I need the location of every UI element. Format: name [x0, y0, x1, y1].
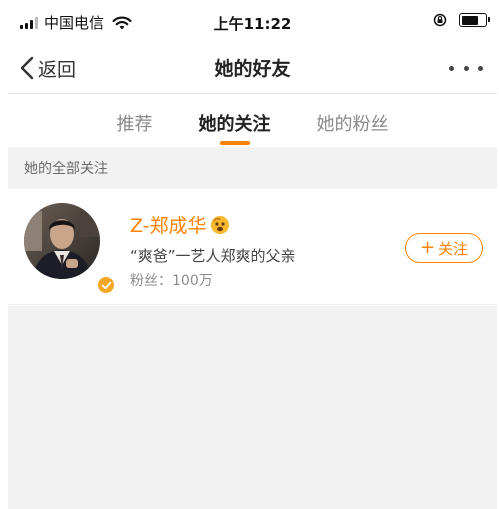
tab-bar: 推荐 她的关注 她的粉丝	[8, 95, 497, 147]
tab-her-following[interactable]: 她的关注	[199, 95, 271, 147]
emoji-icon	[210, 215, 229, 234]
active-tab-indicator	[219, 141, 250, 145]
section-header: 她的全部关注	[8, 147, 497, 189]
follow-label: 关注	[438, 239, 469, 258]
more-dots-icon[interactable]	[449, 56, 483, 80]
avatar[interactable]	[24, 203, 100, 279]
nav-bar: 返回 她的好友	[8, 44, 497, 94]
chevron-left-icon	[20, 56, 34, 80]
status-bar: 中国电信 上午11:22	[8, 0, 497, 44]
tab-recommend[interactable]: 推荐	[117, 95, 153, 147]
battery-icon	[459, 13, 490, 27]
tab-label: 推荐	[116, 114, 153, 135]
back-label: 返回	[38, 58, 77, 81]
tab-label: 她的粉丝	[316, 114, 389, 135]
orientation-lock-icon	[433, 13, 447, 27]
back-button[interactable]: 返回	[20, 52, 76, 84]
status-time: 上午11:22	[213, 15, 292, 33]
user-name[interactable]: Z-郑成华	[130, 211, 207, 238]
user-fans-count: 粉丝：100万	[130, 273, 213, 289]
screen: 中国电信 上午11:22 返回 她的好友 推荐 她的关注 她的粉丝 她的全部关注…	[8, 0, 497, 509]
empty-area	[8, 306, 497, 509]
tab-her-fans[interactable]: 她的粉丝	[317, 95, 389, 147]
list-item[interactable]: Z-郑成华 “爽爸”一艺人郑爽的父亲 粉丝：100万 + 关注	[8, 189, 497, 305]
tab-label: 她的关注	[198, 114, 271, 135]
verified-badge-icon	[96, 275, 116, 295]
avatar-photo	[24, 203, 100, 279]
check-icon	[101, 281, 111, 289]
follow-button[interactable]: + 关注	[405, 233, 483, 263]
page-title: 她的好友	[214, 58, 291, 80]
plus-icon: +	[419, 237, 436, 258]
user-description: “爽爸”一艺人郑爽的父亲	[130, 247, 296, 265]
